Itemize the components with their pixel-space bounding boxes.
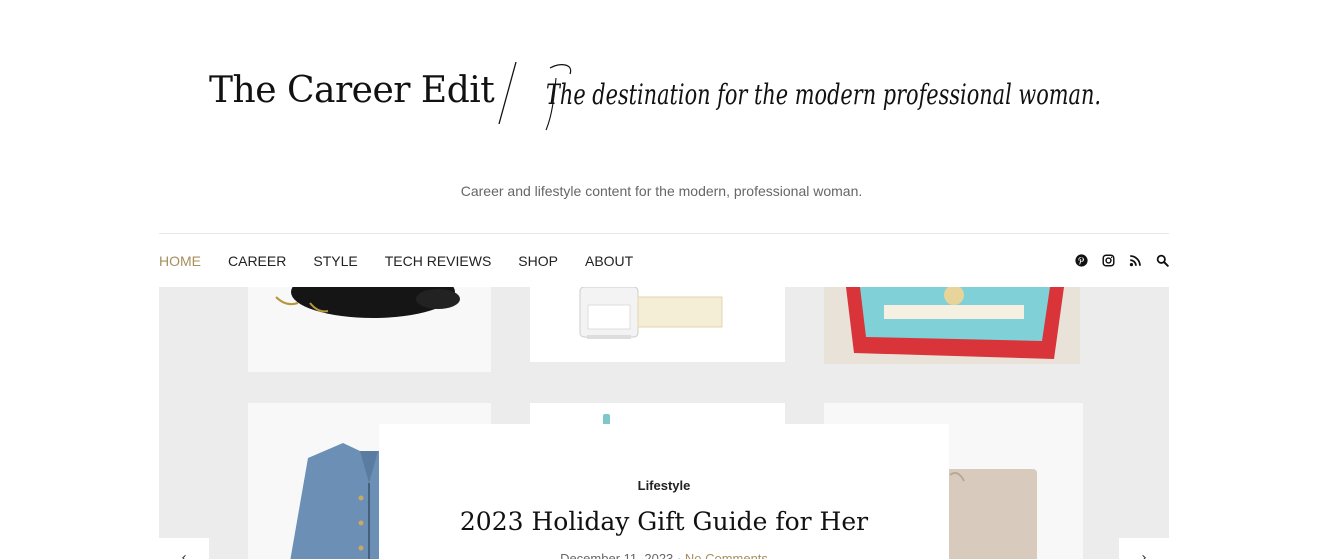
post-comments-link[interactable]: No Comments xyxy=(685,551,768,559)
site-tagline: Career and lifestyle content for the mod… xyxy=(460,183,863,199)
nav-item-shop[interactable]: SHOP xyxy=(518,253,558,269)
site-header: The Career Edit The destination for the … xyxy=(0,0,1323,233)
nav-item-style[interactable]: STYLE xyxy=(313,253,357,269)
post-date: December 11, 2023 xyxy=(560,551,674,559)
fragrance-graphic xyxy=(579,287,723,339)
nav-item-home[interactable]: HOME xyxy=(159,253,201,269)
handbag-graphic xyxy=(275,287,460,318)
pinterest-icon[interactable] xyxy=(1074,254,1088,268)
logo-script-text: The destination for the modern professio… xyxy=(546,78,1101,111)
search-icon[interactable] xyxy=(1155,254,1169,268)
post-category[interactable]: Lifestyle xyxy=(379,478,949,493)
post-title[interactable]: 2023 Holiday Gift Guide for Her xyxy=(379,507,949,536)
slider-next-button[interactable]: › xyxy=(1119,538,1169,559)
social-icons xyxy=(1061,234,1169,287)
product-image-handbag xyxy=(248,287,491,372)
nav-item-tech-reviews[interactable]: TECH REVIEWS xyxy=(385,253,492,269)
post-meta: December 11, 2023 · No Comments xyxy=(379,551,949,559)
nav-list: HOME CAREER STYLE TECH REVIEWS SHOP ABOU… xyxy=(159,234,660,287)
scarf-graphic xyxy=(846,287,1064,359)
instagram-icon[interactable] xyxy=(1101,254,1115,268)
rss-icon[interactable] xyxy=(1128,254,1142,268)
product-image-fragrance xyxy=(530,287,785,362)
product-image-scarf xyxy=(824,287,1080,364)
site-logo-title[interactable]: The Career Edit xyxy=(209,70,495,111)
main-nav: HOME CAREER STYLE TECH REVIEWS SHOP ABOU… xyxy=(159,233,1169,286)
logo-slash xyxy=(498,61,517,125)
logo-script-tagline: The destination for the modern professio… xyxy=(545,64,1101,131)
slider-prev-button[interactable]: ‹ xyxy=(159,538,209,559)
nav-item-about[interactable]: ABOUT xyxy=(585,253,633,269)
chevron-right-icon: › xyxy=(1141,550,1147,559)
featured-post-card[interactable]: Lifestyle 2023 Holiday Gift Guide for He… xyxy=(379,424,949,559)
featured-slider[interactable]: Lifestyle 2023 Holiday Gift Guide for He… xyxy=(159,287,1169,559)
nav-item-career[interactable]: CAREER xyxy=(228,253,286,269)
chevron-left-icon: ‹ xyxy=(181,550,187,559)
meta-separator: · xyxy=(673,551,685,559)
